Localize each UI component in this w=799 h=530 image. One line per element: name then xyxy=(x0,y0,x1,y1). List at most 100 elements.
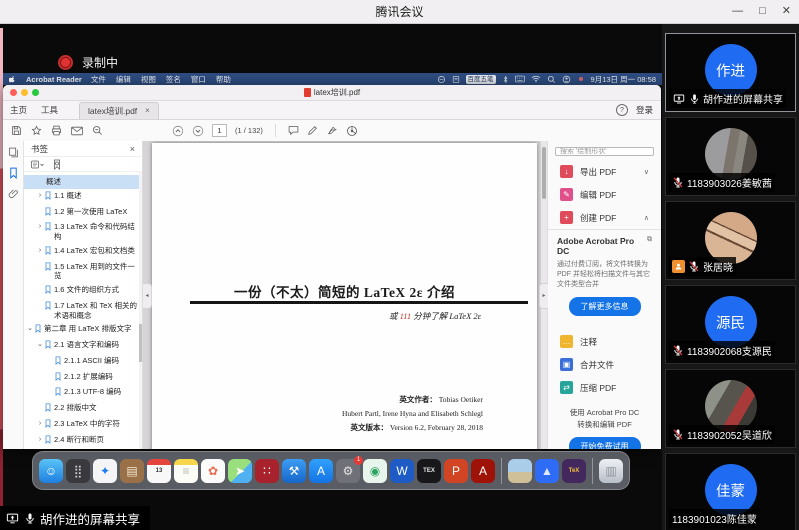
participant-tile[interactable]: 1183902052吴道欣 xyxy=(665,369,796,448)
dock-powerpoint-icon[interactable]: P xyxy=(444,459,468,483)
maximize-button[interactable]: □ xyxy=(759,6,766,17)
bookmarks-close-icon[interactable]: × xyxy=(130,144,135,154)
page-down-icon[interactable] xyxy=(192,125,204,137)
help-icon[interactable]: ? xyxy=(616,104,628,116)
dock-blue-mountains-app-icon[interactable]: ▲ xyxy=(535,459,559,483)
menu-帮助[interactable]: 帮助 xyxy=(216,74,231,85)
bookmark-item[interactable]: 1.2 第一次使用 LaTeX xyxy=(24,205,142,221)
bookmarks-panel-icon[interactable] xyxy=(8,167,19,179)
dock-red-tiles-app-icon[interactable]: ∷ xyxy=(255,459,279,483)
participant-tile[interactable]: 作进胡作进的屏幕共享 xyxy=(665,33,796,112)
participant-tile[interactable]: 张居晓 xyxy=(665,201,796,280)
save-icon[interactable] xyxy=(11,125,22,136)
keyboard-icon[interactable] xyxy=(515,75,525,83)
menubar-app-name[interactable]: Acrobat Reader xyxy=(26,75,82,84)
dock-texmaker-icon[interactable]: TEX xyxy=(417,459,441,483)
chevron-icon[interactable]: ∧ xyxy=(644,214,649,222)
bookmark-item[interactable]: ›2.4 断行和断页 xyxy=(24,433,142,449)
print-icon[interactable] xyxy=(51,125,62,136)
tool-compress-pdf[interactable]: ⇄压缩 PDF xyxy=(548,376,661,399)
dock-system-preferences-icon[interactable]: ⚙1 xyxy=(336,459,360,483)
traffic-close-button[interactable] xyxy=(10,89,17,96)
bookmark-item[interactable]: ›第三章 文档元素 xyxy=(24,448,142,449)
tab-document[interactable]: latex培训.pdf × xyxy=(79,102,159,119)
bookmark-item[interactable]: ⌄第二章 用 LaTeX 排版文字 xyxy=(24,322,142,338)
dock-calendar-icon[interactable]: 13 xyxy=(147,459,171,483)
bookmark-item[interactable]: 概述 xyxy=(24,175,142,189)
tab-tools[interactable]: 工具 xyxy=(34,102,65,119)
bookmark-item[interactable]: 1.7 LaTeX 和 TeX 相关的术语和概念 xyxy=(24,299,142,323)
dock-texshop-icon[interactable]: TeX xyxy=(562,459,586,483)
sign-tool-icon[interactable] xyxy=(326,125,338,136)
chevron-icon[interactable]: ∨ xyxy=(644,168,649,176)
minimize-button[interactable]: — xyxy=(732,6,743,17)
pencil-tool-icon[interactable] xyxy=(307,125,318,136)
tool-comment[interactable]: …注释 xyxy=(548,330,661,353)
menu-签名[interactable]: 签名 xyxy=(166,74,181,85)
bookmarks-scrollbar[interactable] xyxy=(139,171,142,449)
comment-tool-icon[interactable] xyxy=(288,125,299,136)
email-icon[interactable] xyxy=(71,126,83,136)
dock-preview-icon[interactable] xyxy=(508,459,532,483)
tool-export-pdf[interactable]: ↓导出 PDF∨ xyxy=(548,160,661,183)
traffic-maximize-button[interactable] xyxy=(32,89,39,96)
signin-button[interactable]: 登录 xyxy=(636,104,653,116)
bookmark-item[interactable]: 2.1.1 ASCII 编码 xyxy=(24,354,142,370)
bookmark-item[interactable]: ⌄2.1 语言文字和编码 xyxy=(24,338,142,354)
dock-xcode-icon[interactable]: ⚒ xyxy=(282,459,306,483)
menubar-clock[interactable]: 9月13日 周一 08:58 xyxy=(591,74,656,85)
bookmark-item[interactable]: ›1.4 LaTeX 宏包和文档类 xyxy=(24,244,142,260)
bookmark-item[interactable]: ›2.3 LaTeX 中的字符 xyxy=(24,417,142,433)
participant-tile[interactable]: 佳蒙1183901023陈佳蒙 xyxy=(665,453,796,530)
wifi-icon[interactable] xyxy=(531,75,541,83)
dock-photos-icon[interactable]: ✿ xyxy=(201,459,225,483)
dock-word-icon[interactable]: W xyxy=(390,459,414,483)
menu-视图[interactable]: 视图 xyxy=(141,74,156,85)
bookmark-item[interactable]: ›1.3 LaTeX 命令和代码结构 xyxy=(24,220,142,244)
notes-icon[interactable] xyxy=(452,75,460,84)
free-trial-button[interactable]: 开始免费试用 xyxy=(569,437,641,449)
tab-home[interactable]: 主页 xyxy=(3,102,34,119)
dock-safari-icon[interactable]: ✦ xyxy=(93,459,117,483)
dock-finder-icon[interactable]: ☺ xyxy=(39,459,63,483)
tool-edit-pdf[interactable]: ✎编辑 PDF xyxy=(548,183,661,206)
dock-app-store-icon[interactable]: A xyxy=(309,459,333,483)
traffic-minimize-button[interactable] xyxy=(21,89,28,96)
dock-maps-icon[interactable]: ➤ xyxy=(228,459,252,483)
spotlight-search-icon[interactable] xyxy=(547,75,556,84)
collapse-tools-handle[interactable]: ▸ xyxy=(539,283,548,309)
dock-android-studio-icon[interactable]: ◉ xyxy=(363,459,387,483)
bookmark-item[interactable]: 1.6 文件的组织方式 xyxy=(24,283,142,299)
dock-launchpad-icon[interactable]: ⣿ xyxy=(66,459,90,483)
zoom-out-icon[interactable] xyxy=(92,125,103,136)
learn-more-button[interactable]: 了解更多信息 xyxy=(569,297,641,316)
attachments-icon[interactable] xyxy=(8,188,19,199)
tab-close-icon[interactable]: × xyxy=(145,103,150,119)
participant-tile[interactable]: 源民1183902068支源民 xyxy=(665,285,796,364)
bluetooth-icon[interactable] xyxy=(502,75,509,84)
bookmark-options-icon[interactable] xyxy=(31,160,44,169)
page-up-icon[interactable] xyxy=(172,125,184,137)
tool-create-pdf[interactable]: +创建 PDF∧ xyxy=(548,206,661,229)
close-button[interactable]: ✕ xyxy=(782,6,791,17)
bookmark-item[interactable]: 2.1.3 UTF-8 编码 xyxy=(24,385,142,401)
page-thumbnails-icon[interactable] xyxy=(8,147,19,158)
star-icon[interactable] xyxy=(31,125,42,136)
dock-acrobat-reader-icon[interactable]: A xyxy=(471,459,495,483)
bookmark-item[interactable]: 2.2 排版中文 xyxy=(24,401,142,417)
shapes-tool-icon[interactable] xyxy=(346,125,358,137)
bookmark-item[interactable]: 2.1.2 扩展编码 xyxy=(24,370,142,386)
dock-contacts-icon[interactable]: ▤ xyxy=(120,459,144,483)
page-number-input[interactable]: 1 xyxy=(212,124,227,137)
menu-窗口[interactable]: 窗口 xyxy=(191,74,206,85)
input-method-badge[interactable]: 百度五笔 xyxy=(466,75,496,84)
control-center-icon[interactable] xyxy=(562,75,571,84)
participant-tile[interactable]: 1183903026姜敏茜 xyxy=(665,117,796,196)
bookmark-item[interactable]: 1.5 LaTeX 用到的文件一览 xyxy=(24,260,142,284)
bookmark-search-icon[interactable] xyxy=(52,159,62,170)
menu-编辑[interactable]: 编辑 xyxy=(116,74,131,85)
pdf-viewer[interactable]: 一份（不太）简短的 LaTeX 2ε 介绍 或 111 分钟了解 LaTeX 2… xyxy=(143,141,547,449)
siri-icon[interactable] xyxy=(437,75,446,84)
menu-文件[interactable]: 文件 xyxy=(91,74,106,85)
tools-search-input[interactable] xyxy=(555,147,654,156)
